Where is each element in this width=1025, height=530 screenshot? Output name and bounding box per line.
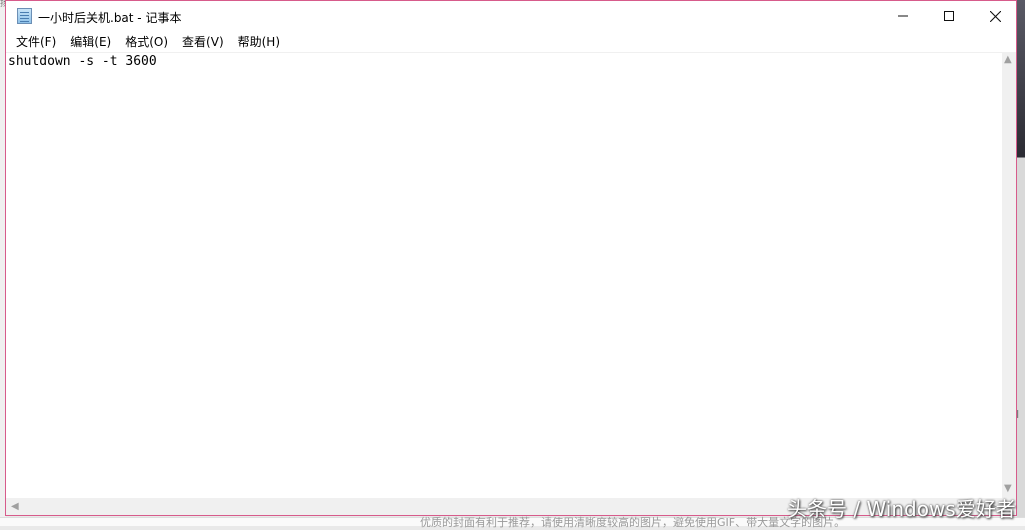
watermark: 头条号 / Windows爱好者 xyxy=(787,497,1016,521)
maximize-icon xyxy=(944,11,954,21)
menu-help[interactable]: 帮助(H) xyxy=(231,32,287,52)
background-right-strip xyxy=(1017,0,1025,525)
menu-edit[interactable]: 编辑(E) xyxy=(63,32,118,52)
menu-file[interactable]: 文件(F) xyxy=(9,32,63,52)
close-icon xyxy=(989,10,1001,22)
maximize-button[interactable] xyxy=(926,1,972,31)
text-editor[interactable]: shutdown -s -t 3600 xyxy=(6,52,1002,498)
notepad-window: 一小时后关机.bat - 记事本 文件(F) 编辑(E) 格式(O) 查看(V)… xyxy=(5,0,1017,516)
scroll-left-icon[interactable]: ◀ xyxy=(11,502,19,512)
minimize-button[interactable] xyxy=(880,1,926,31)
scroll-up-icon[interactable]: ▲ xyxy=(1004,55,1012,65)
close-button[interactable] xyxy=(972,1,1018,31)
menu-bar: 文件(F) 编辑(E) 格式(O) 查看(V) 帮助(H) xyxy=(6,32,1016,52)
vertical-scrollbar[interactable]: ▲ ▼ xyxy=(1002,52,1016,498)
window-title: 一小时后关机.bat - 记事本 xyxy=(38,11,182,25)
title-bar[interactable]: 一小时后关机.bat - 记事本 xyxy=(6,1,1016,32)
editor-text[interactable]: shutdown -s -t 3600 xyxy=(8,54,157,69)
background-bottom-text: 优质的封面有利于推荐，请使用清晰度较高的图片，避免使用GIF、带大量文字的图片。 xyxy=(420,516,846,529)
menu-format[interactable]: 格式(O) xyxy=(118,32,175,52)
minimize-icon xyxy=(898,15,908,17)
notepad-icon[interactable] xyxy=(17,8,32,24)
menu-view[interactable]: 查看(V) xyxy=(175,32,231,52)
